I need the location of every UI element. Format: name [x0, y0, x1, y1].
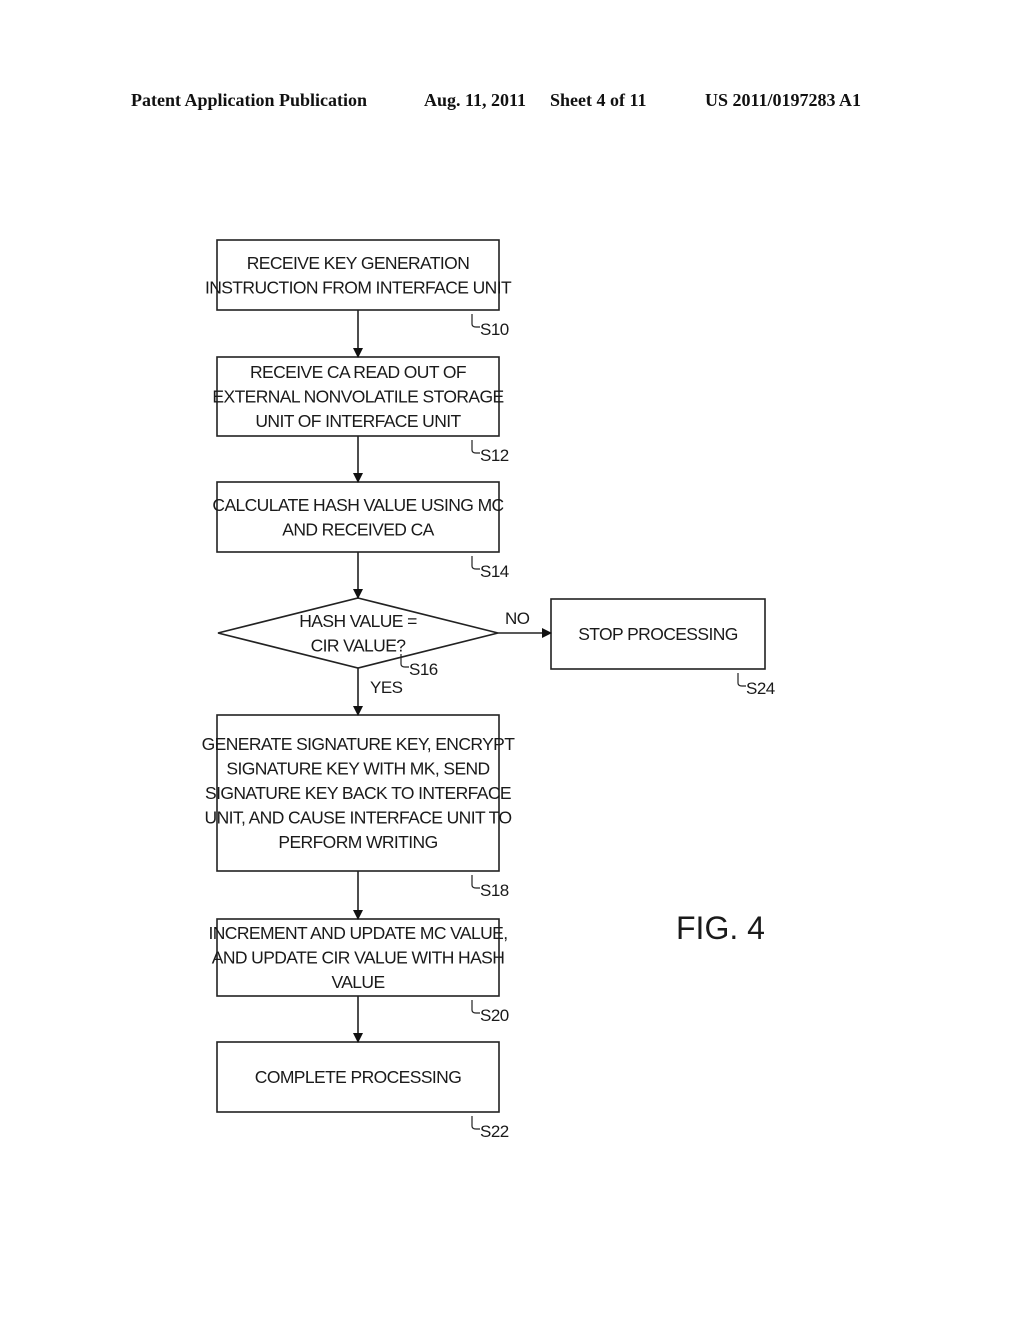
- step-label-s10: S10: [480, 320, 509, 339]
- reference-leader-s18: [471, 875, 480, 889]
- step-text-s12: UNIT OF INTERFACE UNIT: [255, 411, 461, 431]
- branch-label-yes: YES: [370, 678, 403, 697]
- step-label-s20: S20: [480, 1006, 509, 1025]
- step-text-s14: CALCULATE HASH VALUE USING MC: [212, 495, 503, 515]
- step-label-s14: S14: [480, 562, 509, 581]
- step-text-s12: RECEIVE CA READ OUT OF: [250, 362, 466, 382]
- flowchart: RECEIVE KEY GENERATION INSTRUCTION FROM I…: [202, 239, 775, 1141]
- process-box-s14: [216, 481, 500, 553]
- process-box-s10: [216, 239, 500, 311]
- step-text-s16: HASH VALUE =: [299, 611, 417, 631]
- step-label-s18: S18: [480, 881, 509, 900]
- decision-diamond-s16: [217, 597, 499, 669]
- step-text-s18: UNIT, AND CAUSE INTERFACE UNIT TO: [205, 808, 512, 828]
- reference-leader-s22: [471, 1116, 480, 1130]
- step-text-s18: SIGNATURE KEY BACK TO INTERFACE: [205, 783, 511, 803]
- step-text-s18: GENERATE SIGNATURE KEY, ENCRYPT: [202, 734, 516, 754]
- step-label-s16: S16: [409, 660, 438, 679]
- step-text-s20: INCREMENT AND UPDATE MC VALUE,: [209, 923, 508, 943]
- step-text-s18: SIGNATURE KEY WITH MK, SEND: [226, 759, 489, 779]
- step-label-s24: S24: [746, 679, 775, 698]
- step-text-s20: VALUE: [331, 972, 384, 992]
- step-label-s12: S12: [480, 446, 509, 465]
- reference-leader-s14: [471, 556, 480, 570]
- step-text-s18: PERFORM WRITING: [278, 832, 437, 852]
- step-label-s22: S22: [480, 1122, 509, 1141]
- reference-leader-s12: [471, 440, 480, 454]
- step-text-s16: CIR VALUE?: [311, 635, 407, 655]
- reference-leader-s20: [471, 1000, 480, 1014]
- step-text-s20: AND UPDATE CIR VALUE WITH HASH: [212, 948, 505, 968]
- branch-label-no: NO: [505, 609, 530, 628]
- figure-label: FIG. 4: [676, 910, 765, 946]
- reference-leader-s10: [471, 314, 480, 328]
- step-text-s24: STOP PROCESSING: [578, 624, 738, 644]
- step-text-s22: COMPLETE PROCESSING: [255, 1067, 461, 1087]
- reference-leader-s24: [737, 673, 746, 687]
- step-text-s12: EXTERNAL NONVOLATILE STORAGE: [212, 387, 503, 407]
- step-text-s10: RECEIVE KEY GENERATION: [247, 253, 469, 273]
- step-text-s10: INSTRUCTION FROM INTERFACE UNIT: [205, 277, 512, 297]
- step-text-s14: AND RECEIVED CA: [282, 519, 434, 539]
